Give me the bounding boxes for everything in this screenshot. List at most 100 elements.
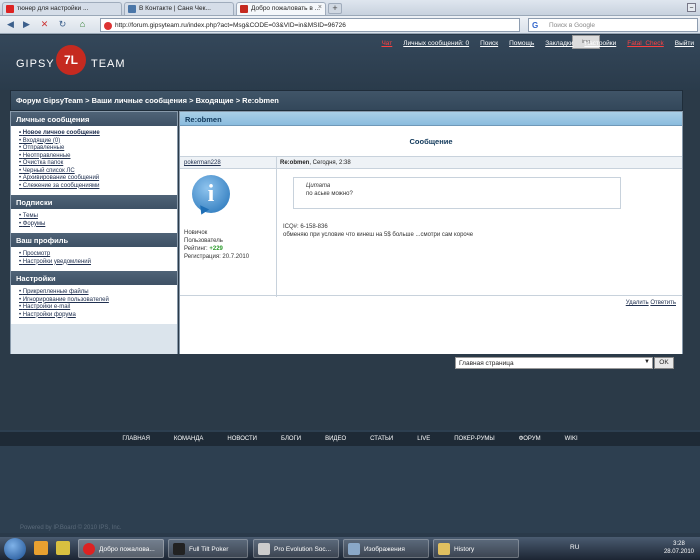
clock-date: 28.07.2010 [663,549,694,555]
reload-icon[interactable]: ↻ [56,19,69,31]
footer-copyright: Powered by IP.Board © 2010 IPS, Inc. [20,525,122,531]
forum-jump-select[interactable]: Главная страница ▼ [455,357,653,369]
tab-label: тюнер для настройки ... [17,5,89,12]
sidebar-item-new-message[interactable]: Новое личное сообщение [19,130,171,138]
browser-tab-1[interactable]: тюнер для настройки ... [2,2,122,15]
rating-value: +229 [209,246,223,252]
home-icon[interactable]: ⌂ [76,19,89,31]
fulltilt-icon [173,543,185,555]
sidebar-item-ignore[interactable]: Игнорирование пользователей [19,297,171,305]
sidebar-item-sent[interactable]: Отправленные [19,145,171,153]
user-registration: Регистрация: 20.7.2010 [184,254,250,260]
back-icon[interactable]: ◀ [4,19,17,31]
footer-link-news[interactable]: НОВОСТИ [215,432,269,446]
taskbar-label: Full Tilt Poker [189,546,229,553]
opera-icon [83,543,95,555]
footer-link-pokerrooms[interactable]: ПОКЕР-РУМЫ [442,432,506,446]
jump-ok-button[interactable]: OK [654,357,674,369]
taskbar-button-history[interactable]: History [433,539,519,558]
folder-icon [438,543,450,555]
taskbar-button-fulltilt[interactable]: Full Tilt Poker [168,539,248,558]
footer-link-team[interactable]: КОМАНДА [162,432,216,446]
message-title: Сообщение [180,126,682,156]
system-tray: RU 3:28 28.07.2010 [570,537,700,560]
footer-nav: ГЛАВНАЯ КОМАНДА НОВОСТИ БЛОГИ ВИДЕО СТАТ… [0,432,700,446]
logo-left-text: GIPSY [16,58,55,70]
post-subject-title: Re:obmen [280,160,310,166]
quote-label: Цитата [306,183,331,189]
taskbar-label: History [454,546,475,553]
images-icon [348,543,360,555]
search-input[interactable]: G Поиск в Google [528,18,698,32]
stop-icon[interactable]: ✕ [38,19,51,31]
forward-icon[interactable]: ▶ [20,19,33,31]
logo-right-text: TEAM [91,58,126,70]
forum-icon [240,5,248,13]
sidebar-item-tracking[interactable]: Слежение за сообщениями [19,183,171,191]
top-link-settings[interactable]: Настройки [584,40,616,47]
top-link-chat[interactable]: Чат [381,40,392,47]
sidebar-item-view-profile[interactable]: Просмотр [19,251,171,259]
new-tab-button[interactable]: + [328,3,342,14]
tab-label: В Контакте | Саня Чек... [139,5,211,12]
reply-button[interactable]: Ответить [650,300,676,306]
quote-text: по аське можно? [306,191,353,197]
close-tab-icon[interactable]: × [318,4,322,11]
clock[interactable]: 3:28 28.07.2010 [664,540,694,556]
top-link-messages[interactable]: Личных сообщений: 0 [403,40,469,47]
breadcrumb[interactable]: Форум GipsyTeam > Ваши личные сообщения … [10,90,683,111]
quicklaunch-icon[interactable] [56,541,70,555]
footer-link-home[interactable]: ГЛАВНАЯ [110,432,162,446]
browser-tab-3[interactable]: Добро пожаловать в ... × [236,2,326,15]
browser-tab-2[interactable]: В Контакте | Саня Чек... [124,2,234,15]
jump-bar: Главная страница ▼ OK [10,354,683,376]
post-subject: Re:obmen, Сегодня, 2:38 [280,160,351,166]
minimize-icon[interactable]: – [687,3,696,12]
delete-button[interactable]: Удалить [626,300,649,306]
quicklaunch-icon[interactable] [34,541,48,555]
footer-link-articles[interactable]: СТАТЬИ [358,432,405,446]
vk-icon [128,5,136,13]
tab-label: Добро пожаловать в ... [251,5,321,12]
sidebar-list-profile: Просмотр Настройки уведомлений [11,247,177,271]
sidebar-item-forum-settings[interactable]: Настройки форума [19,312,171,320]
footer-link-live[interactable]: LIVE [405,432,442,446]
sidebar-item-email[interactable]: Настройки e-mail [19,304,171,312]
browser-nav-bar: ◀ ▶ ✕ ↻ ⌂ http://forum.gipsyteam.ru/inde… [0,16,700,34]
post-quote: Цитата по аське можно? [293,177,621,209]
sidebar-item-blacklist[interactable]: Черный список ЛС [19,168,171,176]
taskbar-button-pes[interactable]: Pro Evolution Soc... [253,539,339,558]
top-link-bookmarks[interactable]: Закладки [545,40,573,47]
sidebar-item-clean-folders[interactable]: Очистка папок [19,160,171,168]
post-author-link[interactable]: pokerman228 [184,160,221,166]
sidebar-item-notifications[interactable]: Настройки уведомлений [19,259,171,267]
sidebar-item-archive[interactable]: Архивирование сообщений [19,175,171,183]
footer-link-forum[interactable]: ФОРУМ [507,432,553,446]
taskbar-button-images[interactable]: Изображения [343,539,429,558]
user-status: Новичок [184,230,208,236]
sidebar-item-unsent[interactable]: Неотправленные [19,153,171,161]
footer-link-video[interactable]: ВИДЕО [313,432,358,446]
info-avatar-icon: i [192,175,230,213]
sidebar-item-inbox[interactable]: Входящие (0) [19,138,171,146]
top-link-username[interactable]: Fatal_Check [627,40,664,47]
footer-link-blogs[interactable]: БЛОГИ [269,432,313,446]
sidebar-section-title: Подписки [11,195,177,209]
footer-link-wiki[interactable]: WIKI [553,432,590,446]
top-link-logout[interactable]: Выйти [675,40,694,47]
post-footer: Удалить Ответить [180,296,682,308]
post: pokerman228 Re:obmen, Сегодня, 2:38 i Но… [180,156,682,297]
sidebar-item-topics[interactable]: Темы [19,213,171,221]
address-bar[interactable]: http://forum.gipsyteam.ru/index.php?act=… [100,18,520,32]
rating-label: Рейтинг: [184,246,210,252]
forum-jump-selected: Главная страница [459,360,514,367]
taskbar-button-browser[interactable]: Добро пожалова... [78,539,164,558]
sidebar-item-attachments[interactable]: Прикрепленные файлы [19,289,171,297]
forum-page: GIPSY 7L TEAM img Чат Личных сообщений: … [0,35,700,533]
sidebar-item-forums[interactable]: Форумы [19,221,171,229]
start-button[interactable] [4,538,26,560]
language-indicator[interactable]: RU [570,544,579,551]
top-link-help[interactable]: Помощь [509,40,534,47]
post-body-icq: ICQ#: 6-158-836 [283,224,328,230]
top-link-search[interactable]: Поиск [480,40,498,47]
